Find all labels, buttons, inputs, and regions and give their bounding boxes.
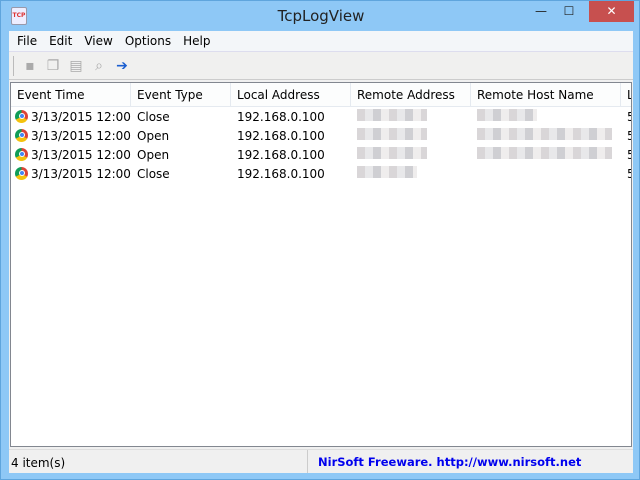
- copy-icon[interactable]: ❐: [44, 57, 62, 75]
- close-button[interactable]: ✕: [589, 1, 634, 22]
- toolbar: ▪ ❐ ▤ ⌕ ➔: [9, 52, 633, 80]
- table-row[interactable]: 3/13/2015 12:00:... Close 192.168.0.100 …: [11, 107, 631, 126]
- column-local-address[interactable]: Local Address: [231, 83, 351, 106]
- remote-host-cell: [471, 128, 621, 143]
- last-column-cell: 5: [621, 167, 631, 181]
- event-type-cell: Open: [137, 128, 170, 143]
- menu-bar: File Edit View Options Help: [9, 31, 633, 52]
- column-remote-host-name[interactable]: Remote Host Name: [471, 83, 621, 106]
- menu-options[interactable]: Options: [119, 31, 177, 51]
- chrome-icon: [15, 147, 28, 161]
- table-row[interactable]: 3/13/2015 12:00:... Close 192.168.0.100 …: [11, 164, 631, 183]
- event-time: 3/13/2015 12:00:...: [31, 109, 131, 124]
- save-icon[interactable]: ▪: [21, 57, 39, 75]
- local-address-cell: 192.168.0.100: [237, 147, 325, 162]
- local-address-cell: 192.168.0.100: [237, 128, 325, 143]
- chrome-icon: [15, 128, 28, 142]
- local-address-cell: 192.168.0.100: [237, 166, 325, 181]
- redacted-remote-address: [357, 128, 427, 140]
- redacted-remote-address: [357, 166, 417, 178]
- menu-edit[interactable]: Edit: [43, 31, 78, 51]
- remote-host-cell: [471, 166, 621, 181]
- redacted-remote-host: [477, 147, 612, 159]
- minimize-button[interactable]: —: [528, 1, 554, 22]
- menu-view[interactable]: View: [78, 31, 118, 51]
- connection-list[interactable]: Event Time Event Type Local Address Remo…: [10, 82, 632, 447]
- exit-icon[interactable]: ➔: [113, 57, 131, 75]
- remote-address-cell: [351, 109, 471, 124]
- maximize-button[interactable]: ☐: [556, 1, 582, 22]
- column-event-type[interactable]: Event Type: [131, 83, 231, 106]
- local-address-cell: 192.168.0.100: [237, 109, 325, 124]
- last-column-cell: 5: [621, 129, 631, 143]
- event-time: 3/13/2015 12:00:...: [31, 128, 131, 143]
- menu-file[interactable]: File: [11, 31, 43, 51]
- event-time-cell: 3/13/2015 12:00:...: [11, 147, 131, 162]
- event-time: 3/13/2015 12:00:...: [31, 166, 131, 181]
- event-time-cell: 3/13/2015 12:00:...: [11, 166, 131, 181]
- remote-address-cell: [351, 147, 471, 162]
- event-time: 3/13/2015 12:00:...: [31, 147, 131, 162]
- remote-address-cell: [351, 128, 471, 143]
- find-icon[interactable]: ⌕: [90, 57, 108, 75]
- column-event-time[interactable]: Event Time: [11, 83, 131, 106]
- app-window: TCP TcpLogView — ☐ ✕ File Edit View Opti…: [0, 0, 640, 480]
- menu-help[interactable]: Help: [177, 31, 216, 51]
- properties-icon[interactable]: ▤: [67, 57, 85, 75]
- chrome-icon: [15, 109, 28, 123]
- table-row[interactable]: 3/13/2015 12:00:... Open 192.168.0.100 5: [11, 126, 631, 145]
- event-type-cell: Close: [137, 166, 170, 181]
- event-time-cell: 3/13/2015 12:00:...: [11, 109, 131, 124]
- remote-address-cell: [351, 166, 471, 181]
- chrome-icon: [15, 166, 28, 180]
- redacted-remote-host: [477, 128, 612, 140]
- redacted-remote-address: [357, 147, 427, 159]
- last-column-cell: 5: [621, 110, 631, 124]
- status-bar: 4 item(s) NirSoft Freeware. http://www.n…: [9, 449, 633, 473]
- remote-host-cell: [471, 147, 621, 162]
- event-type-cell: Close: [137, 109, 170, 124]
- item-count: 4 item(s): [9, 450, 308, 473]
- client-area: File Edit View Options Help ▪ ❐ ▤ ⌕ ➔ Ev…: [9, 31, 633, 473]
- list-header: Event Time Event Type Local Address Remo…: [11, 83, 631, 107]
- remote-host-cell: [471, 109, 621, 124]
- toolbar-grip: [13, 55, 14, 76]
- table-row[interactable]: 3/13/2015 12:00:... Open 192.168.0.100 5: [11, 145, 631, 164]
- last-column-cell: 5: [621, 148, 631, 162]
- redacted-remote-address: [357, 109, 427, 121]
- redacted-remote-host: [477, 109, 537, 121]
- nirsoft-link[interactable]: NirSoft Freeware. http://www.nirsoft.net: [308, 450, 591, 473]
- column-remote-address[interactable]: Remote Address: [351, 83, 471, 106]
- title-bar: TCP TcpLogView — ☐ ✕: [1, 1, 640, 31]
- column-l[interactable]: L: [621, 83, 631, 106]
- event-type-cell: Open: [137, 147, 170, 162]
- event-time-cell: 3/13/2015 12:00:...: [11, 128, 131, 143]
